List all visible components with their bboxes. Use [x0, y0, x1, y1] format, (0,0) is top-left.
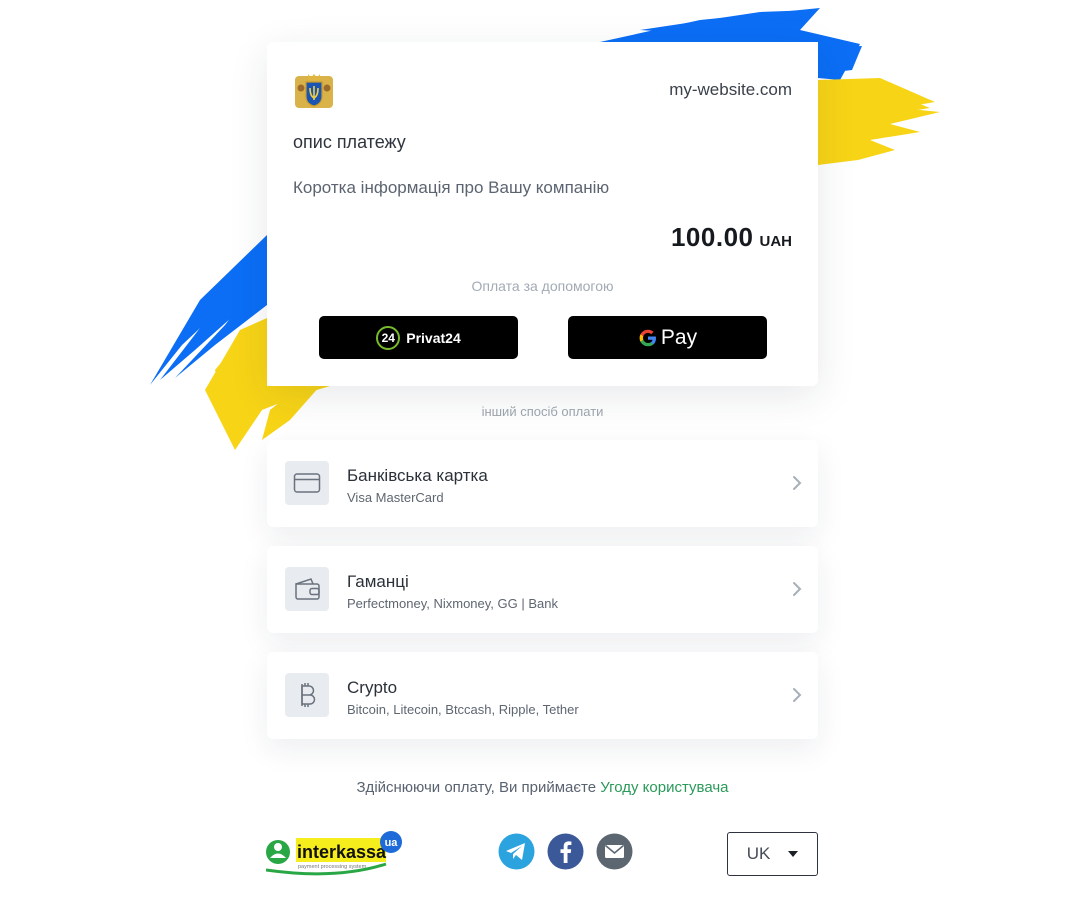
amount-value: 100.00 — [670, 222, 754, 252]
brand-tagline: payment processing system — [298, 864, 367, 870]
payment-card: my-website.com опис платежу Коротка інфо… — [267, 42, 818, 386]
telegram-icon[interactable] — [498, 833, 535, 870]
method-title: Банківська картка — [347, 466, 488, 485]
google-pay-label: Pay — [660, 325, 698, 349]
facebook-icon[interactable] — [547, 833, 584, 870]
agreement-text: Здійснюючи оплату, Ви приймаєте Угоду ко… — [0, 779, 1085, 796]
privat24-label: Privat24 — [406, 329, 461, 346]
language-select[interactable]: UK — [727, 832, 818, 876]
wallet-icon — [285, 567, 329, 611]
merchant-site: my-website.com — [669, 80, 792, 99]
payment-amount: 100.00 UAH — [671, 222, 792, 253]
privat24-button[interactable]: 24 Privat24 — [319, 316, 518, 359]
google-pay-button[interactable]: Pay — [568, 316, 767, 359]
language-value: UK — [746, 844, 771, 863]
bitcoin-icon — [285, 673, 329, 717]
credit-card-icon — [285, 461, 329, 505]
caret-down-icon — [788, 851, 799, 857]
chevron-right-icon — [793, 688, 802, 702]
amount-currency: UAH — [759, 233, 793, 250]
brand-badge: ua — [385, 837, 399, 849]
brand-name: interkassa — [297, 842, 387, 862]
quick-pay-label: Оплата за допомогою — [471, 278, 614, 294]
company-info: Коротка інформація про Вашу компанію — [293, 178, 610, 197]
method-subtitle: Visa MasterCard — [347, 490, 444, 505]
method-crypto[interactable]: Crypto Bitcoin, Litecoin, Btccash, Rippl… — [267, 652, 818, 739]
method-subtitle: Bitcoin, Litecoin, Btccash, Ripple, Teth… — [347, 702, 579, 717]
email-icon[interactable] — [596, 833, 633, 870]
chevron-right-icon — [793, 476, 802, 490]
chevron-right-icon — [793, 582, 802, 596]
coat-of-arms-logo — [295, 74, 333, 108]
agreement-prefix: Здійснюючи оплату, Ви приймаєте — [356, 779, 597, 796]
user-agreement-link[interactable]: Угоду користувача — [600, 779, 728, 796]
method-wallets[interactable]: Гаманці Perfectmoney, Nixmoney, GG | Ban… — [267, 546, 818, 633]
payment-description: опис платежу — [293, 132, 406, 152]
privat24-icon: 24 — [376, 325, 401, 350]
other-methods-label: інший спосіб оплати — [481, 404, 604, 419]
method-title: Crypto — [347, 678, 398, 697]
method-subtitle: Perfectmoney, Nixmoney, GG | Bank — [347, 596, 558, 611]
method-title: Гаманці — [347, 572, 409, 591]
google-g-icon — [639, 329, 656, 346]
interkassa-logo[interactable]: interkassa ua payment processing system — [266, 830, 406, 878]
method-bank-card[interactable]: Банківська картка Visa MasterCard — [267, 440, 818, 527]
